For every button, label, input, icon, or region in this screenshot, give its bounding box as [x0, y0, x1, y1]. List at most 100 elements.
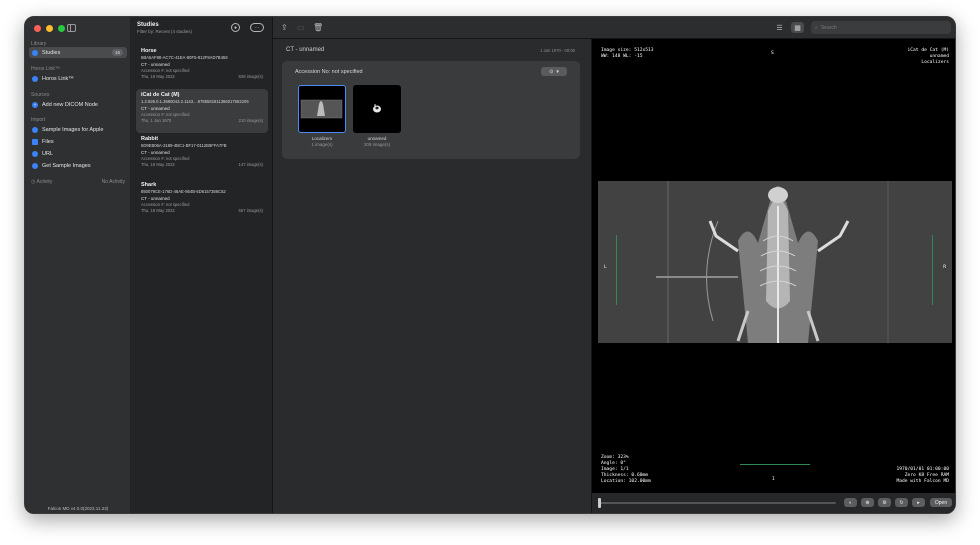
accession-menu-button[interactable]: ⊙ ▾: [541, 67, 567, 76]
study-card[interactable]: Horse 5BA5AF88-AC7C-41EA-80F5-812F8AD7B4…: [136, 45, 268, 89]
next-icon[interactable]: ▸: [912, 498, 925, 507]
orientation-right: R: [943, 265, 946, 270]
localizer-image: [598, 181, 952, 343]
sidebar-item-get-samples[interactable]: Get Sample Images: [29, 160, 127, 171]
open-button[interactable]: Open: [930, 498, 952, 507]
study-name: Rabbit: [141, 136, 159, 142]
image-slider-track[interactable]: [600, 502, 836, 504]
study-uid: 5D9EB06A-3189-4BC1-BF17-0112B9FFA7FB: [141, 143, 227, 148]
study-date: Thu, 19 May 2022: [141, 208, 175, 213]
sidebar-item-label: Studies: [42, 49, 61, 56]
sidebar-item-label: Horos Link™: [42, 75, 74, 82]
list-view-icon[interactable]: ☰: [773, 22, 786, 33]
search-icon: ⌕: [815, 24, 818, 31]
sidebar-item-horos-link[interactable]: Horos Link™: [29, 73, 127, 84]
study-image-count: 557 image(s): [238, 208, 263, 213]
link-icon: [32, 75, 38, 82]
thumbnail-caption: Localizers 1 image(s): [298, 136, 346, 148]
study-image-count: 928 image(s): [238, 74, 263, 79]
thumbnail-count: 209 image(s): [363, 142, 391, 147]
study-uid: 5BA5AF88-AC7C-41EA-80F5-812F8AD7B459: [141, 55, 228, 60]
studies-count-badge: 16: [111, 49, 123, 56]
series-thumbnail-unnamed[interactable]: [353, 85, 401, 133]
overlay-bottom-right: 1970/01/01 01:00:00 Zero K8 Free RAM Mad…: [896, 467, 949, 484]
study-name: iCat de Cat (M): [141, 92, 180, 98]
study-uid: 1.2.826.0.1.3680043.2.1143....9785581811…: [141, 99, 249, 104]
study-card[interactable]: iCat de Cat (M) 1.2.826.0.1.3680043.2.11…: [136, 89, 268, 133]
settings-icon[interactable]: ⚙: [878, 498, 891, 507]
study-modality: CT - unnamed: [141, 106, 170, 111]
sidebar-item-label: Files: [42, 138, 54, 145]
section-import: Import: [31, 117, 46, 123]
sidebar-item-studies[interactable]: Studies 16: [29, 47, 127, 58]
localizer-preview: [300, 99, 343, 119]
study-accession: Accession #: not specified: [141, 68, 190, 73]
study-accession: Accession #: not specified: [141, 202, 190, 207]
orientation-left: L: [604, 265, 607, 270]
accession-card: Accession No: not specified ⊙ ▾ Localize…: [282, 61, 580, 159]
search-input[interactable]: [820, 24, 931, 31]
toolbar: ⇪ ▭ 🗑 ☰ ▦ ⌕: [273, 17, 955, 39]
study-card[interactable]: Rabbit 5D9EB06A-3189-4BC1-BF17-0112B9FFA…: [136, 133, 268, 177]
studies-filter: Filter by: Recent (4 studies): [137, 29, 193, 34]
globe-icon: [32, 150, 38, 157]
study-accession: Accession #: not specified: [141, 156, 190, 161]
study-date: Thu, 1 Jan 1970: [141, 118, 172, 123]
orientation-bottom: I: [772, 477, 775, 482]
search-field[interactable]: ⌕: [811, 21, 951, 34]
activity-status: No Activity: [101, 179, 125, 185]
sidebar-item-add-dicom-node[interactable]: + Add new DICOM Node: [29, 99, 127, 110]
chevron-down-icon: ▾: [556, 68, 559, 75]
study-image-count: 147 image(s): [238, 162, 263, 167]
sidebar-item-files[interactable]: Files: [29, 136, 127, 147]
study-modality: CT - unnamed: [141, 62, 170, 67]
study-footer: Thu, 1 Jan 1970 210 image(s): [141, 118, 263, 123]
sidebar-item-label: Get Sample Images: [42, 162, 91, 169]
overlay-top-right: iCat de Cat (M) unnamed Localizers: [907, 48, 950, 65]
apple-icon: [32, 126, 38, 133]
series-date: 1 Jan 1970 - 00:00: [540, 48, 575, 53]
share-icon[interactable]: ⇪: [281, 23, 288, 32]
sidebar-toggle-icon[interactable]: [67, 24, 76, 32]
sidebar-item-url[interactable]: URL: [29, 148, 127, 159]
sidebar: Library Studies 16 Horos Link™ Horos Lin…: [25, 17, 131, 513]
study-card[interactable]: Shark 850079CE-176D-46AE-864B-6D6157386C…: [136, 179, 268, 223]
studies-icon: [32, 49, 38, 56]
study-date: Thu, 19 May 2022: [141, 162, 175, 167]
export-icon[interactable]: ▭: [297, 23, 305, 32]
sidebar-item-label: Add new DICOM Node: [42, 101, 98, 108]
study-uid: 850079CE-176D-46AE-864B-6D6157386C52: [141, 189, 226, 194]
trash-icon[interactable]: 🗑: [313, 23, 323, 32]
study-accession: Accession #: not specified: [141, 112, 190, 117]
study-date: Thu, 19 May 2022: [141, 74, 175, 79]
activity-text: Activity: [36, 179, 53, 185]
app-version: Falcon MD v4.0.0(2023.11.23): [47, 506, 109, 511]
image-viewer[interactable]: Image size: 512x513 WW: 148 WL: -15 S iC…: [591, 39, 955, 513]
maximize-window-button[interactable]: [58, 25, 65, 32]
minimize-window-button[interactable]: [46, 25, 53, 32]
download-icon: [32, 162, 38, 169]
zoom-icon[interactable]: ⊕: [861, 498, 874, 507]
overlay-top-left: Image size: 512x513 WW: 148 WL: -15: [601, 48, 654, 59]
study-modality: CT - unnamed: [141, 150, 170, 155]
window-level-icon[interactable]: ◐: [844, 498, 857, 507]
study-footer: Thu, 19 May 2022 928 image(s): [141, 74, 263, 79]
filter-icon[interactable]: ●: [231, 23, 240, 32]
studies-header: Studies Filter by: Recent (4 studies): [137, 22, 192, 34]
close-window-button[interactable]: [34, 25, 41, 32]
section-sources: Sources: [31, 92, 50, 98]
image-slider-handle[interactable]: [598, 498, 601, 508]
axial-preview: [373, 104, 381, 113]
section-horos: Horos Link™: [31, 66, 60, 72]
sidebar-item-sample-apple[interactable]: Sample Images for Apple: [29, 124, 127, 135]
overlay-bottom-left: Zoom: 323% Angle: 0° Image: 1/1 Thicknes…: [601, 455, 651, 484]
viewport[interactable]: Image size: 512x513 WW: 148 WL: -15 S iC…: [598, 45, 952, 491]
sidebar-item-label: Sample Images for Apple: [42, 126, 104, 133]
study-name: Shark: [141, 182, 157, 188]
grid-view-icon[interactable]: ▦: [791, 22, 804, 33]
rotate-icon[interactable]: ↻: [895, 498, 908, 507]
window-controls: [34, 25, 65, 32]
add-icon: +: [32, 101, 38, 108]
series-thumbnail-localizers[interactable]: [298, 85, 346, 133]
more-options-icon[interactable]: ⋯: [250, 23, 264, 32]
